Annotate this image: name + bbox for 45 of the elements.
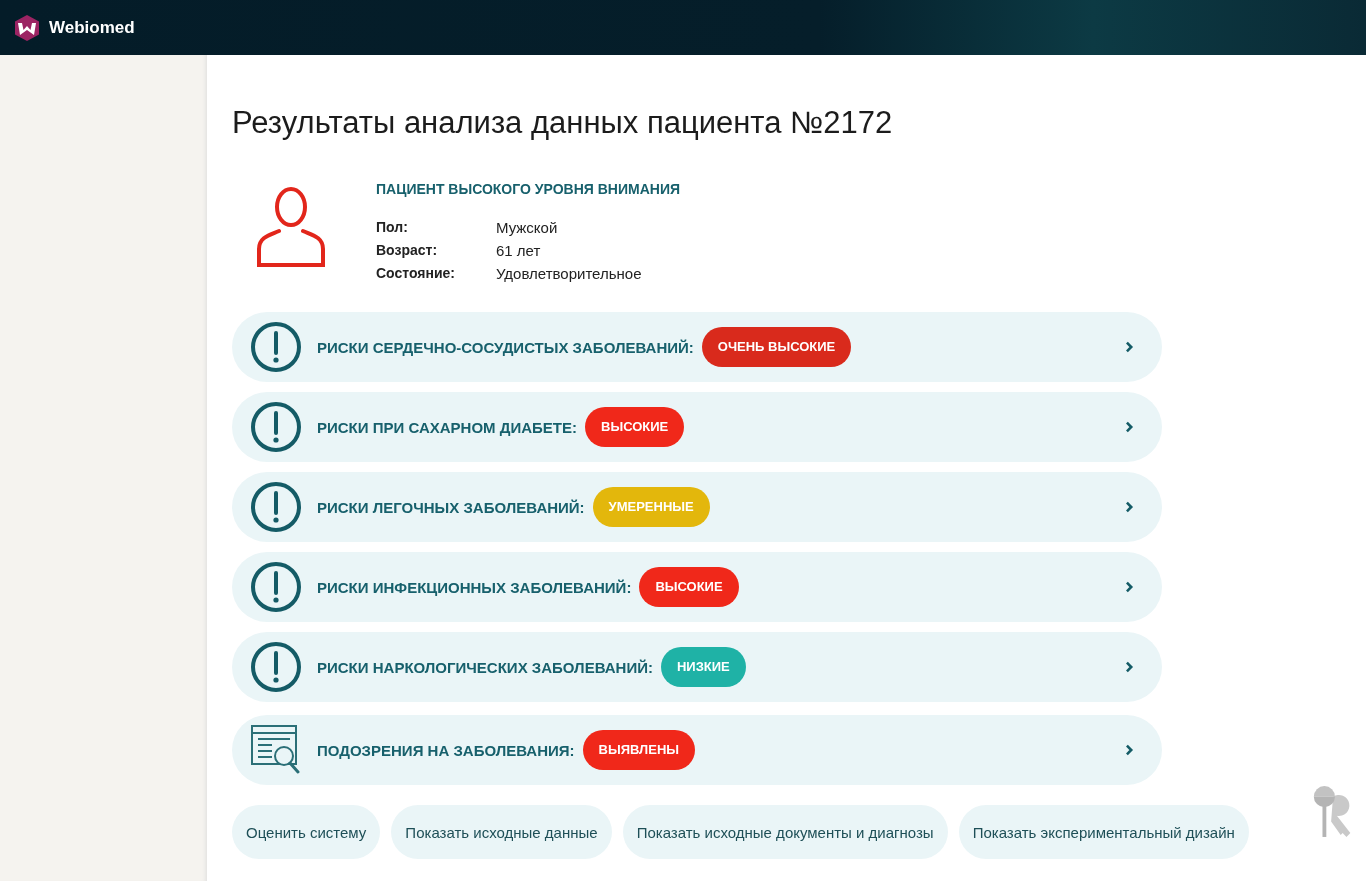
risk-level-badge: НИЗКИЕ	[660, 647, 746, 687]
chevron-right-icon	[1125, 661, 1134, 673]
chevron-right-icon	[1125, 581, 1134, 593]
action-button[interactable]: Показать исходные документы и диагнозы	[622, 805, 948, 859]
field-label: Пол:	[376, 219, 409, 236]
exclamation-icon	[250, 641, 302, 693]
risk-label: РИСКИ ИНФЕКЦИОННЫХ ЗАБОЛЕВАНИЙ:	[317, 578, 632, 596]
risk-row[interactable]: РИСКИ СЕРДЕЧНО-СОСУДИСТЫХ ЗАБОЛЕВАНИЙ: ОЧЕНЬ ВЫСОКИЕ	[232, 312, 1162, 382]
exclamation-icon	[250, 561, 302, 613]
field-value: Удовлетворительное	[496, 265, 643, 282]
risk-row[interactable]: РИСКИ ЛЕГОЧНЫХ ЗАБОЛЕВАНИЙ: УМЕРЕННЫЕ	[232, 472, 1162, 542]
risk-label: РИСКИ СЕРДЕЧНО-СОСУДИСТЫХ ЗАБОЛЕВАНИЙ:	[317, 338, 694, 356]
exclamation-icon	[250, 481, 302, 533]
logo-icon	[15, 14, 39, 41]
risk-label: РИСКИ ЛЕГОЧНЫХ ЗАБОЛЕВАНИЙ:	[317, 498, 585, 516]
action-button[interactable]: Показать исходные данные	[391, 805, 612, 859]
document-search-icon	[250, 724, 302, 776]
chevron-right-icon	[1125, 341, 1134, 353]
field-label: Возраст:	[376, 242, 439, 259]
risk-row[interactable]: РИСКИ НАРКОЛОГИЧЕСКИХ ЗАБОЛЕВАНИЙ: НИЗКИЕ	[232, 632, 1162, 702]
brand-name: Webiomed	[49, 17, 135, 38]
chevron-right-icon	[1125, 501, 1134, 513]
risk-row[interactable]: ПОДОЗРЕНИЯ НА ЗАБОЛЕВАНИЯ: ВЫЯВЛЕНЫ	[232, 715, 1162, 785]
risk-label: РИСКИ ПРИ САХАРНОМ ДИАБЕТЕ:	[317, 418, 577, 436]
exclamation-icon	[250, 401, 302, 453]
risk-level-badge: ВЫСОКИЕ	[639, 567, 739, 607]
risk-label: ПОДОЗРЕНИЯ НА ЗАБОЛЕВАНИЯ:	[317, 741, 575, 759]
field-value: Мужской	[496, 219, 559, 236]
field-value: 61 лет	[496, 242, 542, 259]
chevron-right-icon	[1125, 744, 1134, 756]
risk-level-badge: ОЧЕНЬ ВЫСОКИЕ	[701, 327, 852, 367]
risk-row[interactable]: РИСКИ ПРИ САХАРНОМ ДИАБЕТЕ: ВЫСОКИЕ	[232, 392, 1162, 462]
risk-level-badge: ВЫЯВЛЕНЫ	[582, 730, 695, 770]
risk-level-badge: УМЕРЕННЫЕ	[592, 487, 710, 527]
exclamation-icon	[250, 321, 302, 373]
risk-row[interactable]: РИСКИ ИНФЕКЦИОННЫХ ЗАБОЛЕВАНИЙ: ВЫСОКИЕ	[232, 552, 1162, 622]
patient-category: ПАЦИЕНТ ВЫСОКОГО УРОВНЯ ВНИМАНИЯ	[376, 181, 680, 197]
person-icon	[256, 187, 326, 269]
action-button[interactable]: Показать экспериментальный дизайн	[958, 805, 1249, 859]
field-label: Состояние:	[376, 265, 456, 282]
chevron-right-icon	[1125, 421, 1134, 433]
page-title: Результаты анализа данных пациента №2172	[232, 105, 894, 141]
action-button[interactable]: Оценить систему	[232, 805, 381, 859]
risk-label: РИСКИ НАРКОЛОГИЧЕСКИХ ЗАБОЛЕВАНИЙ:	[317, 658, 653, 676]
risk-level-badge: ВЫСОКИЕ	[585, 407, 685, 447]
